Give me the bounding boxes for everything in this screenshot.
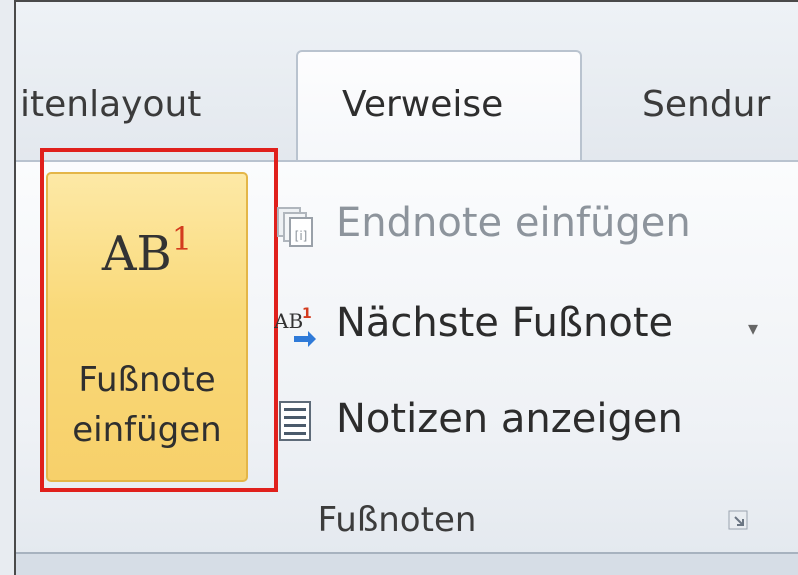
- selection-highlight-box: [40, 148, 278, 492]
- tab-seitenlayout[interactable]: itenlayout: [20, 84, 201, 125]
- insert-endnote-label: Endnote einfügen: [336, 200, 691, 246]
- next-footnote-label: Nächste Fußnote: [336, 300, 674, 346]
- show-notes-icon: [279, 401, 311, 441]
- ribbon-bottom-edge: [16, 552, 798, 575]
- dialog-launcher-icon[interactable]: [728, 510, 748, 530]
- ribbon-tab-bar: itenlayout Verweise Sendur: [16, 2, 798, 164]
- tab-sendungen[interactable]: Sendur: [642, 84, 770, 125]
- svg-text:1: 1: [302, 306, 312, 322]
- next-footnote-icon: AB 1: [274, 306, 316, 347]
- word-ribbon-window: itenlayout Verweise Sendur AB1 Fußnote e…: [14, 0, 798, 575]
- tab-verweise[interactable]: Verweise: [342, 84, 503, 125]
- svg-text:[i]: [i]: [295, 229, 308, 243]
- svg-text:AB: AB: [274, 309, 303, 333]
- chevron-down-icon[interactable]: ▾: [748, 316, 758, 340]
- group-label-fussnoten: Fußnoten: [317, 500, 477, 540]
- show-notes-label: Notizen anzeigen: [336, 396, 683, 442]
- endnote-icon: [i]: [277, 207, 313, 247]
